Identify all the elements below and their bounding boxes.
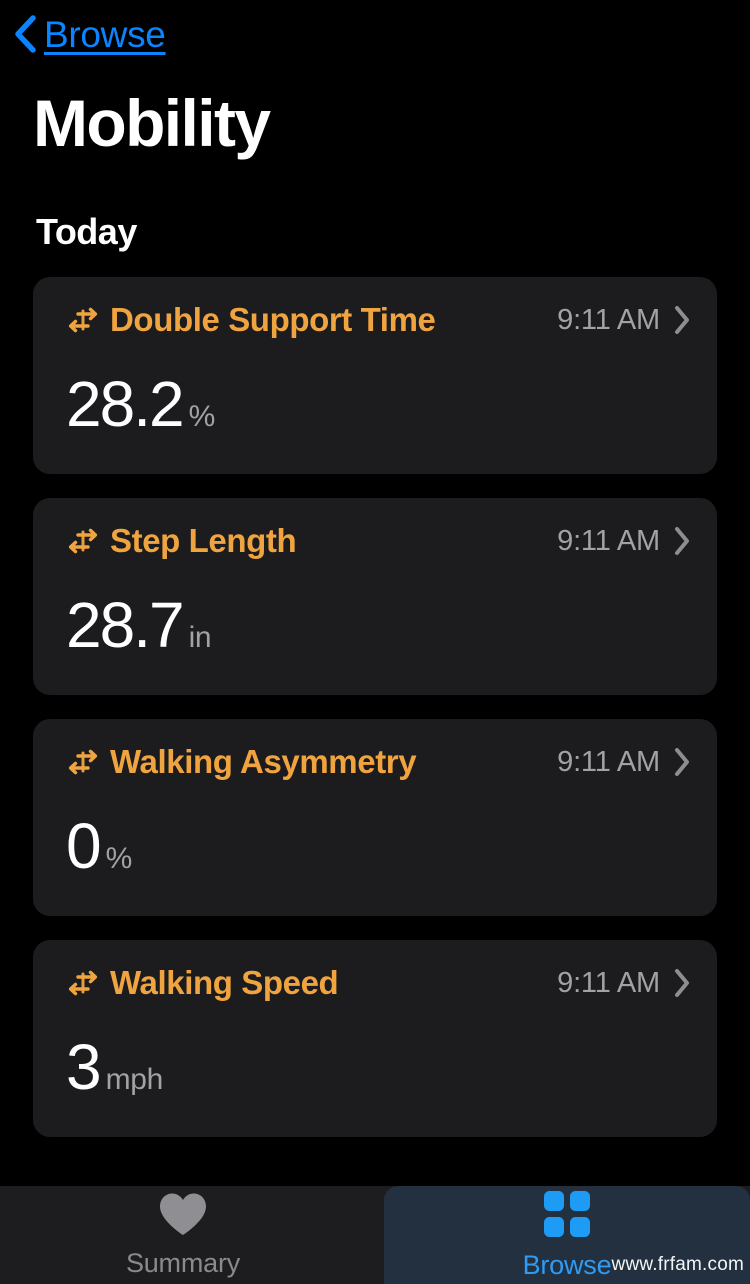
metric-card-timestamp: 9:11 AM — [557, 745, 660, 778]
chevron-right-icon[interactable] — [674, 526, 691, 556]
chevron-right-icon[interactable] — [674, 747, 691, 777]
metric-card-header: Walking Asymmetry 9:11 AM — [66, 743, 691, 781]
metric-card-title: Step Length — [110, 522, 297, 559]
metric-card-unit: mph — [105, 1063, 164, 1096]
heart-icon — [157, 1191, 209, 1242]
metric-card-value: 28.2 — [66, 368, 185, 440]
metric-card-list: Double Support Time 9:11 AM 28.2 % Step … — [33, 277, 717, 1137]
metric-card-unit: % — [105, 842, 133, 875]
motion-arrows-icon — [66, 968, 100, 998]
section-header-today: Today — [36, 211, 137, 252]
metric-card-timestamp: 9:11 AM — [557, 524, 660, 557]
metric-card-header: Double Support Time 9:11 AM — [66, 301, 691, 339]
metric-card-unit: % — [188, 400, 216, 433]
metric-card-title-group: Double Support Time — [66, 301, 436, 339]
motion-arrows-icon — [66, 305, 100, 335]
metric-card-meta: 9:11 AM — [557, 525, 691, 558]
metric-card-title-group: Step Length — [66, 522, 297, 560]
motion-arrows-icon — [66, 526, 100, 556]
metric-card-title-group: Walking Speed — [66, 964, 339, 1002]
chevron-left-icon — [14, 15, 36, 53]
metric-card[interactable]: Step Length 9:11 AM 28.7 in — [33, 498, 717, 695]
grid-squares-icon — [542, 1189, 592, 1244]
metric-card-header: Step Length 9:11 AM — [66, 522, 691, 560]
metric-card-value-group: 3 mph — [66, 1035, 163, 1099]
tab-summary[interactable]: Summary — [0, 1186, 366, 1284]
back-button[interactable]: Browse — [14, 10, 166, 58]
metric-card-title: Walking Asymmetry — [110, 743, 417, 780]
metric-card[interactable]: Walking Asymmetry 9:11 AM 0 % — [33, 719, 717, 916]
tab-browse-label: Browse — [522, 1250, 612, 1280]
metric-card-meta: 9:11 AM — [557, 967, 691, 1000]
metric-card-value: 3 — [66, 1031, 102, 1103]
back-button-label: Browse — [44, 13, 166, 55]
tab-summary-label: Summary — [125, 1248, 241, 1278]
metric-card-unit: in — [188, 621, 212, 654]
page-title: Mobility — [33, 86, 271, 160]
metric-card-value: 0 — [66, 810, 102, 882]
metric-card-header: Walking Speed 9:11 AM — [66, 964, 691, 1002]
chevron-right-icon[interactable] — [674, 968, 691, 998]
metric-card-timestamp: 9:11 AM — [557, 966, 660, 999]
health-mobility-screen: Browse Mobility Today Double Support Tim… — [0, 0, 750, 1284]
metric-card-value-group: 0 % — [66, 814, 132, 878]
chevron-right-icon[interactable] — [674, 305, 691, 335]
metric-card[interactable]: Walking Speed 9:11 AM 3 mph — [33, 940, 717, 1137]
metric-card-value-group: 28.7 in — [66, 589, 212, 661]
metric-card-title-group: Walking Asymmetry — [66, 743, 417, 781]
metric-card-value-group: 28.2 % — [66, 372, 215, 436]
metric-card[interactable]: Double Support Time 9:11 AM 28.2 % — [33, 277, 717, 474]
metric-card-value: 28.7 — [66, 589, 185, 661]
metric-card-meta: 9:11 AM — [557, 304, 691, 337]
metric-card-timestamp: 9:11 AM — [557, 303, 660, 336]
metric-card-title: Walking Speed — [110, 964, 339, 1001]
metric-card-title: Double Support Time — [110, 301, 436, 338]
motion-arrows-icon — [66, 747, 100, 777]
watermark: www.frfam.com — [611, 1254, 744, 1275]
metric-card-meta: 9:11 AM — [557, 746, 691, 779]
